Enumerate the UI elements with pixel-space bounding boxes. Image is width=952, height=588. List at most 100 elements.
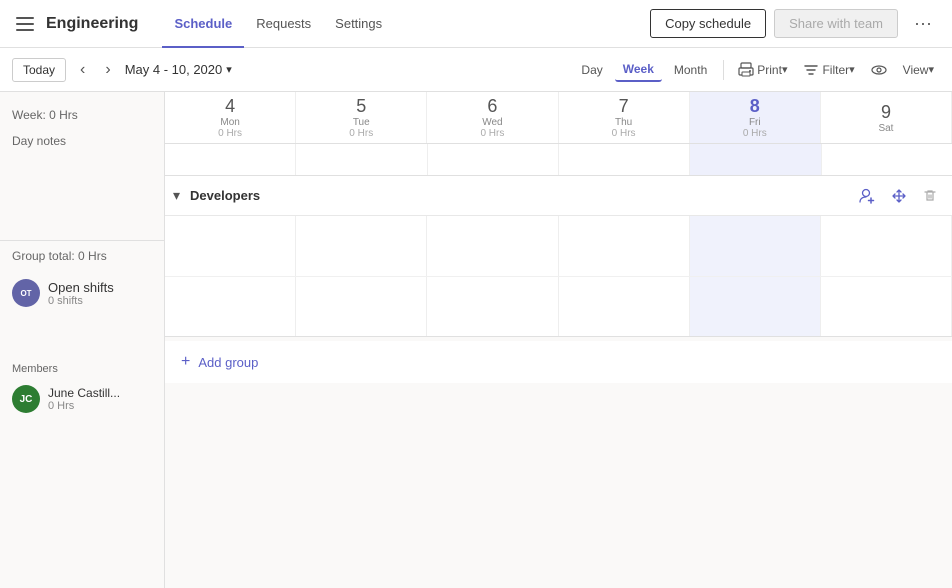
shift-cell-tue[interactable] [296, 216, 427, 276]
shift-cell-mon[interactable] [165, 216, 296, 276]
day-note-cell-thu[interactable] [559, 144, 690, 175]
member-shift-cell-fri[interactable] [690, 277, 821, 336]
group-collapse-button[interactable]: ▾ [169, 183, 184, 208]
day-note-cell-wed[interactable] [428, 144, 559, 175]
topbar-right: Copy schedule Share with team ··· [650, 9, 940, 38]
day-header-5: 5 Tue 0 Hrs [296, 92, 427, 143]
week-view-button[interactable]: Week [615, 58, 662, 82]
members-label: Members [0, 355, 164, 379]
toolbar2: Today ‹ › May 4 - 10, 2020 ▾ Day Week Mo… [0, 48, 952, 92]
day-num-7: 7 [619, 96, 629, 117]
member-avatar: JC [12, 385, 40, 413]
add-group-icon: + [181, 353, 190, 371]
member-initials: JC [20, 394, 33, 405]
topbar: Engineering Schedule Requests Settings C… [0, 0, 952, 48]
member-shift-cell-tue[interactable] [296, 277, 427, 336]
group-actions [852, 183, 944, 209]
share-with-team-button[interactable]: Share with team [774, 9, 898, 38]
add-group-label: Add group [198, 355, 258, 370]
day-hrs-8: 0 Hrs [743, 128, 767, 139]
day-num-6: 6 [487, 96, 497, 117]
view-chevron-icon: ▾ [928, 63, 934, 76]
print-button[interactable]: Print ▾ [732, 58, 793, 82]
day-note-cell-fri[interactable] [690, 144, 821, 175]
open-shifts-avatar: OT [12, 279, 40, 307]
move-group-button[interactable] [884, 183, 914, 209]
day-hrs-7: 0 Hrs [612, 128, 636, 139]
member-shift-cell-mon[interactable] [165, 277, 296, 336]
group-header: ▾ Developers [165, 176, 952, 216]
day-notes: Day notes [0, 130, 164, 156]
open-shifts-name: Open shifts [48, 280, 114, 295]
member-name: June Castill... [48, 386, 120, 400]
shift-cell-fri[interactable] [690, 216, 821, 276]
app-title: Engineering [46, 15, 138, 33]
more-options-button[interactable]: ··· [906, 9, 940, 38]
day-header-4: 4 Mon 0 Hrs [165, 92, 296, 143]
open-shifts-count: 0 shifts [48, 295, 114, 307]
open-shifts-row: OT Open shifts 0 shifts [0, 271, 164, 311]
add-member-button[interactable] [852, 183, 882, 209]
open-shifts-initials: OT [20, 289, 31, 298]
day-note-cell-mon[interactable] [165, 144, 296, 175]
toolbar-divider [723, 60, 724, 80]
group-header-left: ▾ Developers [169, 183, 852, 208]
day-hrs-6: 0 Hrs [480, 128, 504, 139]
delete-group-button[interactable] [916, 183, 944, 209]
day-name-fri: Fri [749, 117, 761, 128]
day-notes-row [165, 144, 952, 176]
date-range-label: May 4 - 10, 2020 [125, 62, 223, 77]
tab-requests[interactable]: Requests [244, 1, 323, 48]
day-note-cell-tue[interactable] [296, 144, 427, 175]
member-info: June Castill... 0 Hrs [48, 386, 120, 412]
day-header-6: 6 Wed 0 Hrs [427, 92, 558, 143]
day-hrs-4: 0 Hrs [218, 128, 242, 139]
eye-button[interactable] [865, 58, 893, 82]
day-num-9: 9 [881, 102, 891, 123]
tab-schedule[interactable]: Schedule [162, 1, 244, 48]
filter-button[interactable]: Filter ▾ [797, 58, 860, 82]
member-hours: 0 Hrs [48, 400, 120, 412]
member-shifts-row [165, 276, 952, 336]
day-view-button[interactable]: Day [573, 59, 610, 81]
day-name-wed: Wed [482, 117, 502, 128]
day-hrs-5: 0 Hrs [349, 128, 373, 139]
tab-settings[interactable]: Settings [323, 1, 394, 48]
month-view-button[interactable]: Month [666, 59, 715, 81]
day-name-sat: Sat [878, 123, 893, 134]
day-num-8: 8 [750, 96, 760, 117]
member-shift-cell-wed[interactable] [427, 277, 558, 336]
day-note-cell-sat[interactable] [822, 144, 952, 175]
calendar-area: 4 Mon 0 Hrs 5 Tue 0 Hrs 6 Wed 0 Hrs 7 Th… [165, 92, 952, 588]
view-button[interactable]: View ▾ [897, 59, 940, 81]
group-total: Group total: 0 Hrs [0, 240, 164, 271]
toolbar2-right: Day Week Month Print ▾ Filter ▾ View ▾ [573, 58, 940, 82]
week-hours: Week: 0 Hrs [0, 100, 164, 130]
copy-schedule-button[interactable]: Copy schedule [650, 9, 766, 38]
hamburger-button[interactable] [12, 13, 38, 35]
day-header-7: 7 Thu 0 Hrs [559, 92, 690, 143]
date-range-button[interactable]: May 4 - 10, 2020 ▾ [125, 62, 232, 77]
open-shifts-cells-row [165, 216, 952, 276]
day-num-4: 4 [225, 96, 235, 117]
day-header-9: 9 Sat [821, 92, 952, 143]
nav-tabs: Schedule Requests Settings [162, 0, 394, 47]
member-row: JC June Castill... 0 Hrs [0, 379, 164, 419]
next-week-button[interactable]: › [99, 57, 116, 83]
prev-week-button[interactable]: ‹ [74, 57, 91, 83]
member-shift-cell-sat[interactable] [821, 277, 952, 336]
day-name-mon: Mon [220, 117, 239, 128]
day-header-8: 8 Fri 0 Hrs [690, 92, 821, 143]
filter-chevron-icon: ▾ [849, 63, 855, 76]
day-headers: 4 Mon 0 Hrs 5 Tue 0 Hrs 6 Wed 0 Hrs 7 Th… [165, 92, 952, 144]
sidebar: Week: 0 Hrs Day notes Group total: 0 Hrs… [0, 92, 165, 588]
shift-cell-thu[interactable] [559, 216, 690, 276]
shift-cell-sat[interactable] [821, 216, 952, 276]
day-num-5: 5 [356, 96, 366, 117]
member-shift-cell-thu[interactable] [559, 277, 690, 336]
day-name-tue: Tue [353, 117, 370, 128]
add-group-row[interactable]: + Add group [165, 341, 952, 383]
open-shifts-info: Open shifts 0 shifts [48, 280, 114, 307]
shift-cell-wed[interactable] [427, 216, 558, 276]
today-button[interactable]: Today [12, 58, 66, 82]
